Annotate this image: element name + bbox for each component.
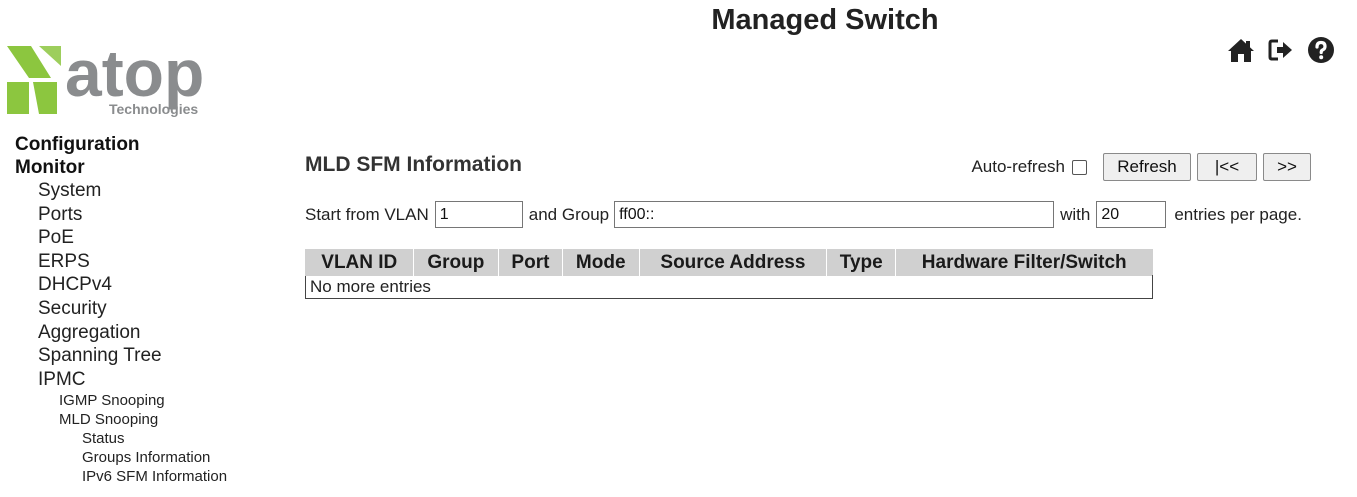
column-header-hardware-filter-switch: Hardware Filter/Switch	[895, 249, 1153, 276]
nav-item-security[interactable]: Security	[15, 297, 275, 321]
nav-item-aggregation[interactable]: Aggregation	[15, 321, 275, 345]
nav-item-ipv6-sfm-information[interactable]: IPv6 SFM Information	[15, 467, 275, 486]
table-row: No more entries	[305, 275, 1153, 299]
app-title-container: Managed Switch	[0, 4, 1357, 37]
sfm-table: VLAN ID Group Port Mode Source Address T…	[305, 249, 1153, 299]
refresh-button[interactable]: Refresh	[1103, 153, 1191, 181]
logout-icon[interactable]	[1267, 36, 1295, 64]
home-icon[interactable]	[1227, 36, 1255, 64]
empty-table-message: No more entries	[305, 275, 1153, 299]
group-label: and Group	[528, 204, 610, 224]
logo-subtitle-text: Technologies	[109, 101, 198, 117]
column-header-type: Type	[826, 249, 896, 276]
column-header-source-address: Source Address	[638, 249, 827, 276]
nav-item-mld-snooping[interactable]: MLD Snooping	[15, 410, 275, 429]
header-toolbar	[1227, 36, 1335, 64]
atop-logo: atop Technologies	[5, 38, 265, 118]
nav-item-groups-information[interactable]: Groups Information	[15, 448, 275, 467]
help-icon[interactable]	[1307, 36, 1335, 64]
auto-refresh-checkbox[interactable]	[1072, 159, 1087, 175]
table-header-row: VLAN ID Group Port Mode Source Address T…	[305, 249, 1153, 276]
start-vlan-input[interactable]	[434, 201, 523, 228]
refresh-controls: Auto-refresh Refresh |<< >>	[971, 153, 1311, 181]
filter-row: Start from VLAN and Group with entries p…	[305, 201, 1302, 228]
nav-item-ports[interactable]: Ports	[15, 203, 275, 227]
column-header-port: Port	[498, 249, 563, 276]
auto-refresh-label: Auto-refresh	[971, 157, 1065, 176]
nav-item-igmp-snooping[interactable]: IGMP Snooping	[15, 391, 275, 410]
with-label: with	[1060, 204, 1091, 224]
entries-per-page-label: entries per page.	[1174, 204, 1302, 224]
logo-graphic: atop Technologies	[7, 38, 204, 117]
entries-per-page-input[interactable]	[1096, 201, 1167, 228]
first-page-button[interactable]: |<<	[1197, 153, 1257, 181]
nav-item-poe[interactable]: PoE	[15, 226, 275, 250]
column-header-mode: Mode	[561, 249, 640, 276]
page-title: MLD SFM Information	[305, 153, 522, 176]
column-header-group: Group	[412, 249, 499, 276]
nav-item-spanning-tree[interactable]: Spanning Tree	[15, 344, 275, 368]
nav-item-system[interactable]: System	[15, 179, 275, 203]
logo-brand-text: atop	[65, 38, 204, 110]
sidebar-nav: Configuration Monitor System Ports PoE E…	[15, 133, 275, 486]
group-input[interactable]	[614, 201, 1055, 228]
start-vlan-label: Start from VLAN	[305, 204, 429, 224]
column-header-vlan-id: VLAN ID	[305, 249, 414, 276]
nav-item-mld-status[interactable]: Status	[15, 429, 275, 448]
nav-item-ipmc[interactable]: IPMC	[15, 368, 275, 392]
next-page-button[interactable]: >>	[1263, 153, 1311, 181]
page: atop Technologies Managed Switch Configu…	[0, 0, 1357, 497]
nav-item-dhcpv4[interactable]: DHCPv4	[15, 273, 275, 297]
nav-monitor[interactable]: Monitor	[15, 156, 275, 179]
nav-item-erps[interactable]: ERPS	[15, 250, 275, 274]
app-title: Managed Switch	[711, 4, 939, 36]
logo-mark-icon	[7, 46, 61, 114]
nav-configuration[interactable]: Configuration	[15, 133, 275, 156]
